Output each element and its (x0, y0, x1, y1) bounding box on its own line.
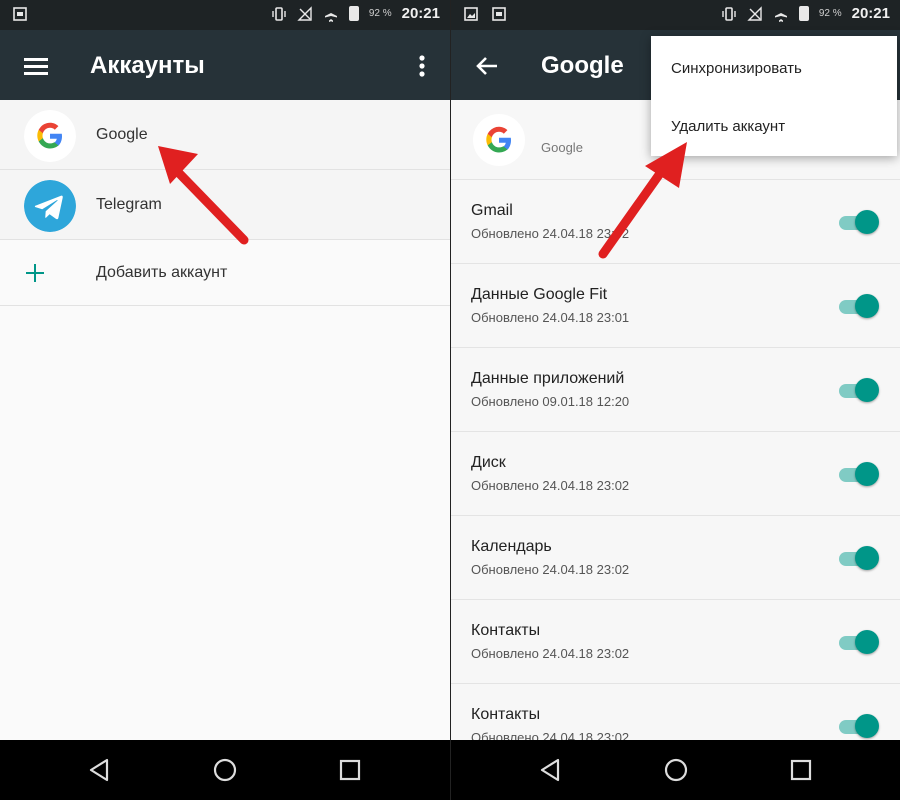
sync-item[interactable]: Gmail Обновлено 24.04.18 23:02 (451, 180, 900, 264)
telegram-logo-icon (24, 180, 76, 232)
overflow-popup-menu: Синхронизировать Удалить аккаунт (651, 36, 897, 156)
airplane-mode-icon (324, 6, 337, 22)
account-label: Google (96, 126, 148, 143)
download-notification-icon (492, 7, 506, 21)
sync-item[interactable]: Диск Обновлено 24.04.18 23:02 (451, 432, 900, 516)
image-notification-icon (13, 7, 27, 21)
airplane-mode-icon (774, 6, 787, 22)
more-vert-icon (419, 55, 425, 77)
sync-item-subtitle: Обновлено 24.04.18 23:01 (471, 310, 630, 325)
sync-item-title: Контакты (471, 622, 541, 639)
sync-toggle[interactable] (839, 294, 879, 318)
sync-toggle[interactable] (839, 378, 879, 402)
google-logo-icon (24, 110, 76, 162)
home-nav-icon[interactable] (210, 755, 240, 785)
navigation-drawer-button[interactable] (20, 50, 52, 82)
sync-item-title: Данные Google Fit (471, 286, 608, 303)
account-label: Telegram (96, 196, 162, 213)
back-nav-icon[interactable] (536, 755, 566, 785)
hamburger-menu-icon (24, 58, 48, 75)
battery-percent: 92 % (818, 8, 842, 19)
clock: 20:21 (401, 5, 440, 22)
sync-item-title: Календарь (471, 538, 552, 555)
accounts-screen: 92 % 20:21 Аккаунты Google Telegram Доба… (0, 0, 450, 800)
sync-item[interactable]: Данные Google Fit Обновлено 24.04.18 23:… (451, 264, 900, 348)
sync-item-subtitle: Обновлено 09.01.18 12:20 (471, 394, 630, 409)
status-bar: 92 % 20:21 (451, 0, 900, 30)
no-signal-icon (297, 5, 312, 21)
back-button[interactable] (471, 50, 503, 82)
add-icon (26, 264, 44, 282)
google-account-screen: 92 % 20:21 Google Google Gmail Обновлено… (450, 0, 900, 800)
sync-item[interactable]: Календарь Обновлено 24.04.18 23:02 (451, 516, 900, 600)
battery-icon (348, 6, 359, 21)
recents-nav-icon[interactable] (335, 755, 365, 785)
image-notification-icon (464, 7, 478, 21)
status-bar: 92 % 20:21 (0, 0, 450, 30)
menu-item-delete-account[interactable]: Удалить аккаунт (671, 118, 785, 135)
sync-toggle[interactable] (839, 546, 879, 570)
sync-item-subtitle: Обновлено 24.04.18 23:02 (471, 562, 630, 577)
battery-percent: 92 % (368, 8, 392, 19)
add-account-label: Добавить аккаунт (96, 264, 228, 281)
sync-item[interactable]: Контакты Обновлено 24.04.18 23:02 (451, 600, 900, 684)
system-navigation-bar (0, 740, 450, 800)
account-item-google[interactable]: Google (0, 100, 450, 170)
sync-item-subtitle: Обновлено 24.04.18 23:02 (471, 226, 630, 241)
add-account-button[interactable]: Добавить аккаунт (0, 240, 450, 306)
vibrate-icon (272, 6, 286, 21)
arrow-back-icon (476, 57, 497, 75)
sync-toggle[interactable] (839, 462, 879, 486)
back-nav-icon[interactable] (85, 755, 115, 785)
page-title: Аккаунты (90, 52, 205, 79)
account-label: Google (541, 140, 583, 155)
system-navigation-bar (451, 740, 900, 800)
page-title: Google (541, 52, 624, 79)
sync-item-title: Диск (471, 454, 506, 471)
no-signal-icon (747, 5, 762, 21)
google-logo-icon (473, 114, 525, 166)
sync-item-subtitle: Обновлено 24.04.18 23:02 (471, 478, 630, 493)
clock: 20:21 (851, 5, 890, 22)
sync-item-title: Контакты (471, 706, 541, 723)
sync-toggle[interactable] (839, 210, 879, 234)
overflow-menu-button[interactable] (406, 50, 438, 82)
recents-nav-icon[interactable] (786, 755, 816, 785)
sync-item-title: Gmail (471, 202, 513, 219)
menu-item-sync[interactable]: Синхронизировать (671, 60, 802, 77)
sync-toggle[interactable] (839, 630, 879, 654)
sync-item-title: Данные приложений (471, 370, 625, 387)
vibrate-icon (722, 6, 736, 21)
battery-icon (798, 6, 809, 21)
sync-toggle[interactable] (839, 714, 879, 738)
account-item-telegram[interactable]: Telegram (0, 170, 450, 240)
sync-item-subtitle: Обновлено 24.04.18 23:02 (471, 646, 630, 661)
home-nav-icon[interactable] (661, 755, 691, 785)
sync-item[interactable]: Данные приложений Обновлено 09.01.18 12:… (451, 348, 900, 432)
app-toolbar: Аккаунты (0, 30, 450, 100)
